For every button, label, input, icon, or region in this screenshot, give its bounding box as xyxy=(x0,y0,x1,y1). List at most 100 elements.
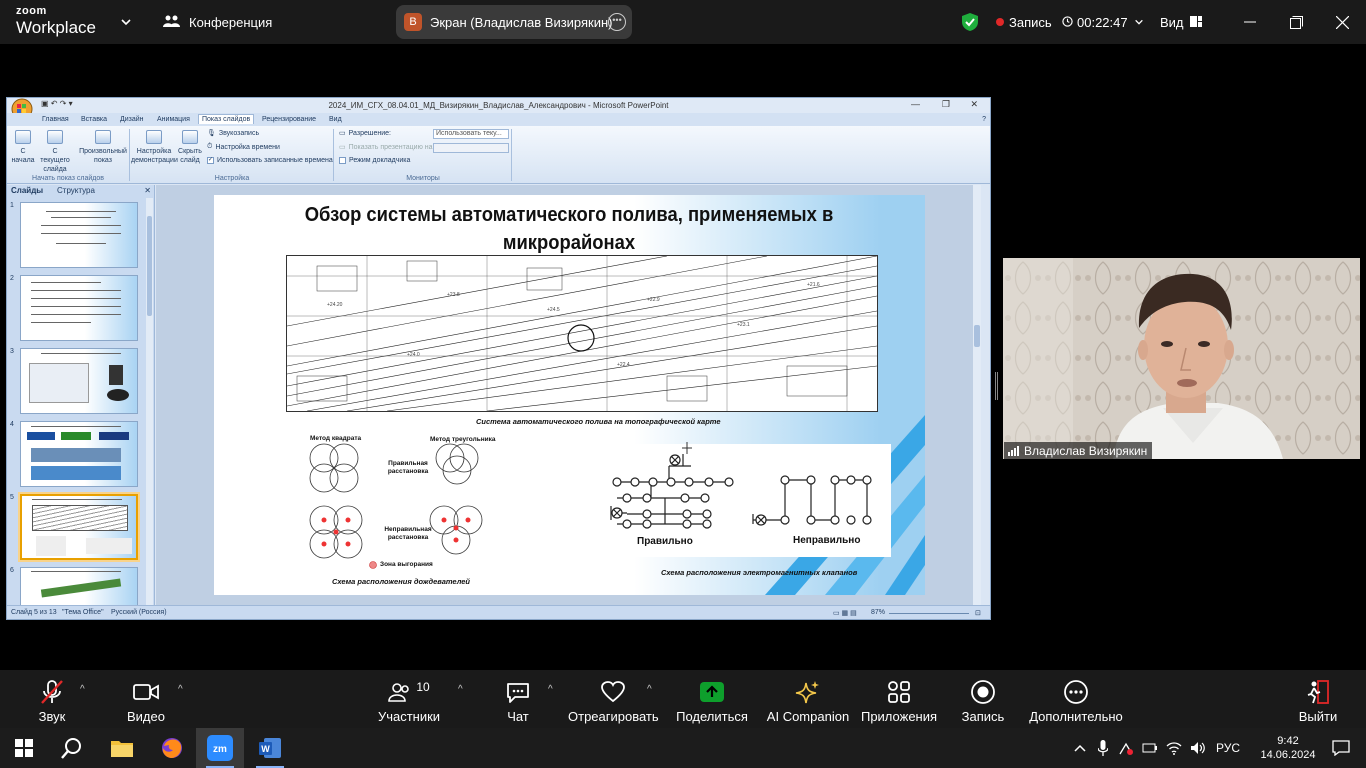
tab-view[interactable]: Вид xyxy=(329,116,342,123)
audio-button[interactable]: Звук xyxy=(26,670,78,728)
from-start-button[interactable]: С начала xyxy=(11,130,35,165)
start-button[interactable] xyxy=(0,728,48,768)
react-options-caret[interactable]: ^ xyxy=(647,684,652,695)
recording-indicator[interactable]: Запись xyxy=(996,0,1052,44)
panel-resize-handle[interactable] xyxy=(995,372,998,400)
tab-outline[interactable]: Структура xyxy=(57,186,95,195)
custom-show-button[interactable]: Произвольный показ xyxy=(77,130,129,165)
record-button[interactable]: Запись xyxy=(956,670,1010,728)
notifications-icon[interactable] xyxy=(1332,728,1350,768)
audio-options-caret[interactable]: ^ xyxy=(80,684,85,695)
react-button[interactable]: Отреагировать xyxy=(568,670,659,728)
zoom-slider[interactable] xyxy=(889,613,969,614)
slide-thumbnail[interactable] xyxy=(20,421,138,487)
canvas-scrollbar[interactable] xyxy=(973,185,981,605)
logo-dropdown-icon[interactable] xyxy=(120,0,132,44)
setup-show-button[interactable]: Настройка демонстрации xyxy=(131,130,178,165)
microphone-tray-icon[interactable] xyxy=(1098,728,1108,768)
tab-home[interactable]: Главная xyxy=(42,116,69,123)
incorrect-label: Неправильно xyxy=(793,535,861,546)
topographic-map: +24.20 +23.8 +24.5 +22.9 +23.1 +24.0 +21.6 +2… xyxy=(286,255,878,412)
chat-label: Чат xyxy=(507,709,529,724)
wifi-icon[interactable] xyxy=(1166,728,1182,768)
volume-icon[interactable] xyxy=(1190,728,1206,768)
slides-pane: Слайды Структура ✕ 1 2 3 4 5 6 xyxy=(7,185,155,605)
show-on-select[interactable] xyxy=(433,143,509,153)
input-language[interactable]: РУС xyxy=(1216,728,1240,768)
ai-companion-button[interactable]: AI Companion xyxy=(766,670,850,728)
hide-slide-button[interactable]: Скрыть слайд xyxy=(177,130,203,165)
chat-button[interactable]: Чат xyxy=(496,670,540,728)
leave-door-icon xyxy=(1296,679,1340,705)
video-label: Видео xyxy=(127,709,165,724)
ppt-minimize-icon[interactable]: — xyxy=(911,99,920,109)
use-timings-checkbox[interactable]: ✓ Использовать записанные времена xyxy=(207,157,333,164)
taskbar-firefox[interactable] xyxy=(148,728,196,768)
share-screen-button[interactable]: Поделиться xyxy=(676,670,748,728)
search-button[interactable] xyxy=(48,728,96,768)
more-button[interactable]: Дополнительно xyxy=(1028,670,1124,728)
battery-icon[interactable] xyxy=(1142,728,1158,768)
network-error-icon[interactable] xyxy=(1118,728,1134,768)
participants-options-caret[interactable]: ^ xyxy=(458,684,463,695)
svg-text:+23.8: +23.8 xyxy=(447,292,460,298)
meeting-info-button[interactable]: Конференция xyxy=(163,0,272,44)
tab-review[interactable]: Рецензирование xyxy=(262,116,316,123)
presenter-view-label: Режим докладчика xyxy=(349,157,411,164)
video-button[interactable]: Видео xyxy=(120,670,172,728)
slide-thumbnail[interactable] xyxy=(20,348,138,414)
screen-share-pill[interactable]: В Экран (Владислав Визирякин) ••• xyxy=(396,5,632,39)
more-options-icon[interactable]: ••• xyxy=(608,13,626,31)
from-current-button[interactable]: С текущего слайда xyxy=(37,130,73,174)
encryption-shield-icon[interactable] xyxy=(961,0,979,44)
slide-thumbnail[interactable] xyxy=(20,202,138,268)
chat-options-caret[interactable]: ^ xyxy=(548,684,553,695)
setup-show-label: Настройка демонстрации xyxy=(131,148,178,164)
video-options-caret[interactable]: ^ xyxy=(178,684,183,695)
participant-video[interactable] xyxy=(1003,258,1360,459)
slide-canvas: Обзор системы автоматического полива, пр… xyxy=(156,185,981,605)
ppt-close-icon[interactable]: ✕ xyxy=(970,99,978,110)
pane-scrollbar[interactable] xyxy=(146,198,153,605)
meeting-label: Конференция xyxy=(189,14,273,30)
presenter-view-checkbox[interactable]: Режим докладчика xyxy=(339,157,410,164)
record-narration-button[interactable]: 🎙 Звукозапись xyxy=(207,129,259,138)
powerpoint-window: ▣ ↶ ↷ ▾ 2024_ИМ_СГХ_08.04.01_МД_Визиряки… xyxy=(6,97,991,620)
restore-window-icon[interactable] xyxy=(1290,0,1303,44)
taskbar-word[interactable]: W xyxy=(246,728,294,768)
slide-thumbnail[interactable] xyxy=(20,567,138,605)
view-buttons[interactable]: ▭ ▦ ▤ xyxy=(833,609,857,617)
fit-window-icon[interactable]: ⊡ xyxy=(975,609,981,617)
help-icon[interactable]: ? xyxy=(982,116,986,123)
close-window-icon[interactable] xyxy=(1336,0,1349,44)
svg-text:+23.1: +23.1 xyxy=(737,322,750,328)
rehearse-timings-button[interactable]: ⏱ Настройка времени xyxy=(207,143,280,151)
tab-slides[interactable]: Слайды xyxy=(11,186,43,195)
ppt-restore-icon[interactable]: ❐ xyxy=(942,99,950,110)
video-camera-icon xyxy=(120,679,172,705)
taskbar-zoom[interactable]: zm xyxy=(196,728,244,768)
zoom-level[interactable]: 87% xyxy=(871,609,885,616)
view-button[interactable]: Вид xyxy=(1160,0,1202,44)
taskbar-explorer[interactable] xyxy=(98,728,146,768)
timer-display[interactable]: 00:22:47 xyxy=(1062,0,1144,44)
timer-icon: ⏱ xyxy=(207,143,213,150)
apps-button[interactable]: Приложения xyxy=(858,670,940,728)
tab-insert[interactable]: Вставка xyxy=(81,116,107,123)
more-dots-icon xyxy=(1028,679,1124,705)
tab-animation[interactable]: Анимация xyxy=(157,116,190,123)
slide-counter: Слайд 5 из 13 xyxy=(11,609,57,616)
minimize-window-icon[interactable] xyxy=(1244,0,1256,44)
participants-button[interactable]: 10 Участники xyxy=(374,670,444,728)
close-pane-icon[interactable]: ✕ xyxy=(144,186,151,195)
tab-design[interactable]: Дизайн xyxy=(120,116,144,123)
resolution-select[interactable]: Использовать теку... xyxy=(433,129,509,139)
clock[interactable]: 9:42 14.06.2024 xyxy=(1258,728,1318,768)
valve-caption: Схема расположения электромагнитных клап… xyxy=(661,568,858,577)
zoom-app-icon: zm xyxy=(207,735,233,761)
slide-thumbnail[interactable] xyxy=(20,275,138,341)
leave-button[interactable]: Выйти xyxy=(1296,670,1340,728)
tray-overflow-icon[interactable] xyxy=(1074,728,1086,768)
slide-thumbnail-selected[interactable] xyxy=(20,494,138,560)
tab-slideshow[interactable]: Показ слайдов xyxy=(198,114,255,124)
